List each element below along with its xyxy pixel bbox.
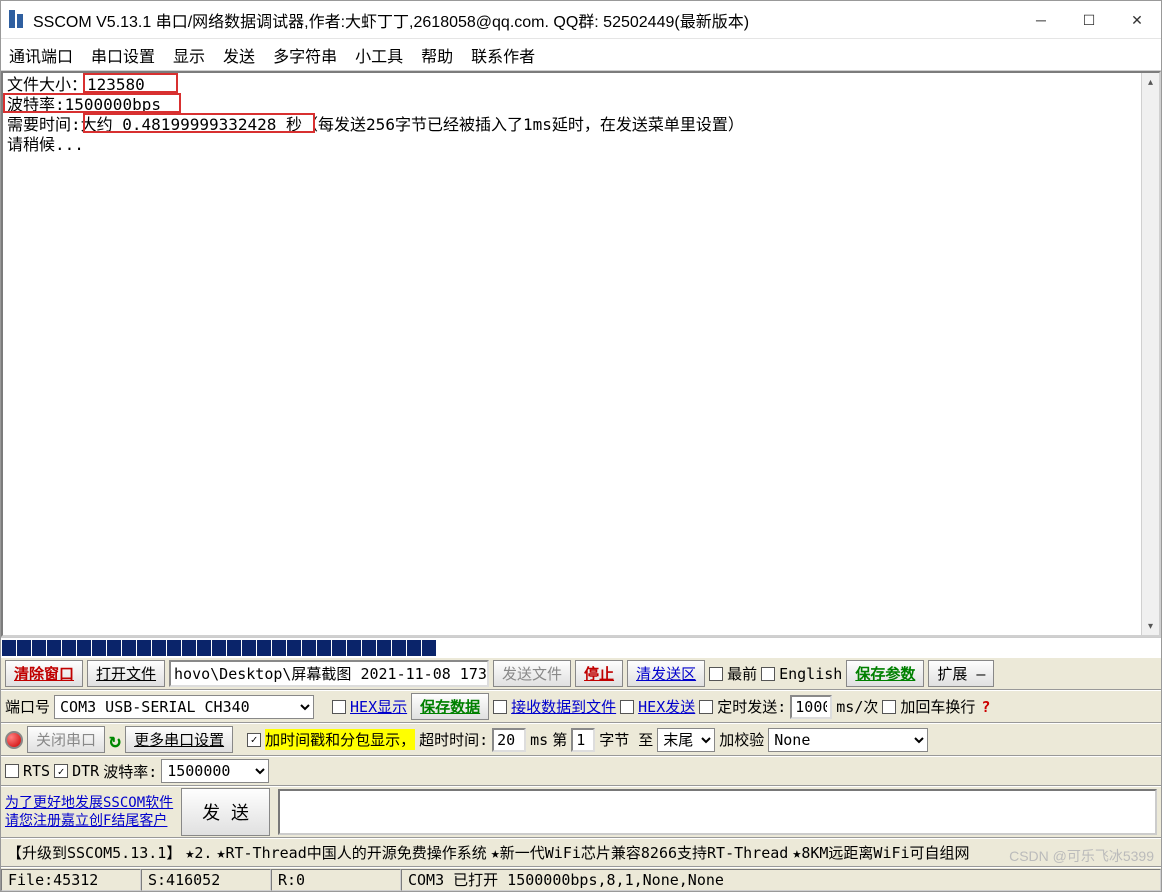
interval-unit: ms/次	[836, 696, 878, 717]
app-icon	[7, 8, 27, 32]
send-input[interactable]	[278, 789, 1157, 835]
menu-comm-port[interactable]: 通讯端口	[9, 43, 73, 67]
toolbar-row-3: 关闭串口 ↻ 更多串口设置 加时间戳和分包显示， 超时时间: ms 第 字节 至…	[1, 723, 1161, 756]
menu-port-settings[interactable]: 串口设置	[91, 43, 155, 67]
link-8km[interactable]: ★8KM远距离WiFi可自组网	[792, 842, 969, 863]
timestamp-checkbox[interactable]	[247, 733, 261, 747]
timeout-unit: ms	[530, 731, 548, 749]
toolbar-row-1: 清除窗口 打开文件 hovo\Desktop\屏幕截图 2021-11-08 1…	[1, 657, 1161, 690]
byte-index-label: 第	[552, 729, 567, 750]
hex-send-checkbox[interactable]	[620, 700, 634, 714]
status-bar: File:45312 S:416052 R:0 COM3 已打开 1500000…	[1, 867, 1161, 891]
hex-send-label[interactable]: HEX发送	[638, 696, 695, 717]
output-text[interactable]: 文件大小：123580 波特率:1500000bps 需要时间:大约 0.481…	[3, 73, 1141, 635]
open-file-button[interactable]: 打开文件	[87, 660, 165, 687]
timed-send-checkbox[interactable]	[699, 700, 713, 714]
baud-select[interactable]: 1500000	[161, 759, 269, 783]
menu-multistring[interactable]: 多字符串	[273, 43, 337, 67]
byte-to-label: 字节 至	[599, 729, 653, 750]
timed-send-label: 定时发送:	[717, 696, 786, 717]
dtr-checkbox[interactable]	[54, 764, 68, 778]
baud-label: 波特率:	[103, 761, 157, 782]
ad-text: 为了更好地发展SSCOM软件 请您注册嘉立创F结尾客户	[5, 794, 173, 830]
interval-input[interactable]	[790, 695, 832, 719]
english-label: English	[779, 665, 842, 683]
window-title: SSCOM V5.13.1 串口/网络数据调试器,作者:大虾丁丁,2618058…	[33, 8, 749, 32]
rts-checkbox[interactable]	[5, 764, 19, 778]
send-file-button[interactable]: 发送文件	[493, 660, 571, 687]
crlf-label: 加回车换行	[900, 696, 975, 717]
hex-show-checkbox[interactable]	[332, 700, 346, 714]
menu-display[interactable]: 显示	[173, 43, 205, 67]
link-upgrade[interactable]: 【升级到SSCOM5.13.1】	[7, 842, 181, 863]
timeout-input[interactable]	[492, 728, 526, 752]
toolbar-row-5: 为了更好地发展SSCOM软件 请您注册嘉立创F结尾客户 发 送	[1, 786, 1161, 838]
close-port-button[interactable]: 关闭串口	[27, 726, 105, 753]
status-sent: S:416052	[141, 869, 271, 891]
menu-tools[interactable]: 小工具	[355, 43, 403, 67]
close-button[interactable]: ✕	[1113, 1, 1161, 39]
minimize-button[interactable]: ─	[1017, 1, 1065, 39]
byte-index-input[interactable]	[571, 728, 595, 752]
refresh-icon[interactable]: ↻	[109, 728, 121, 752]
rx-to-file-label[interactable]: 接收数据到文件	[511, 696, 616, 717]
clear-window-button[interactable]: 清除窗口	[5, 660, 83, 687]
maximize-button[interactable]: ☐	[1065, 1, 1113, 39]
toolbar-row-4: RTS DTR 波特率: 1500000	[1, 756, 1161, 786]
save-data-button[interactable]: 保存数据	[411, 693, 489, 720]
bottom-links: 【升级到SSCOM5.13.1】 ★2. ★RT-Thread中国人的开源免费操…	[1, 838, 1161, 867]
send-button[interactable]: 发 送	[181, 788, 270, 836]
topmost-checkbox[interactable]	[709, 667, 723, 681]
timeout-label: 超时时间:	[419, 729, 488, 750]
menu-contact[interactable]: 联系作者	[471, 43, 535, 67]
topmost-label: 最前	[727, 663, 757, 684]
status-port: COM3 已打开 1500000bps,8,1,None,None	[401, 869, 1161, 891]
crc-select[interactable]: None	[768, 728, 928, 752]
crc-label: 加校验	[719, 729, 764, 750]
clear-send-button[interactable]: 清发送区	[627, 660, 705, 687]
rts-label: RTS	[23, 762, 50, 780]
ad-line-2[interactable]: 请您注册嘉立创F结尾客户	[5, 812, 173, 830]
status-file: File:45312	[1, 869, 141, 891]
ad-line-1[interactable]: 为了更好地发展SSCOM软件	[5, 794, 173, 812]
menu-send[interactable]: 发送	[223, 43, 255, 67]
port-select[interactable]: COM3 USB-SERIAL CH340	[54, 695, 314, 719]
crlf-checkbox[interactable]	[882, 700, 896, 714]
scroll-up-icon[interactable]: ▴	[1142, 73, 1159, 91]
save-params-button[interactable]: 保存参数	[846, 660, 924, 687]
timestamp-label: 加时间戳和分包显示，	[265, 729, 415, 750]
scroll-down-icon[interactable]: ▾	[1142, 617, 1159, 635]
title-bar: SSCOM V5.13.1 串口/网络数据调试器,作者:大虾丁丁,2618058…	[1, 1, 1161, 39]
help-icon[interactable]: ?	[981, 698, 990, 716]
toolbar-row-2: 端口号 COM3 USB-SERIAL CH340 HEX显示 保存数据 接收数…	[1, 690, 1161, 723]
hex-show-label[interactable]: HEX显示	[350, 696, 407, 717]
dtr-label: DTR	[72, 762, 99, 780]
vertical-scrollbar[interactable]: ▴ ▾	[1141, 73, 1159, 635]
link-wifi8266[interactable]: ★新一代WiFi芯片兼容8266支持RT-Thread	[491, 842, 789, 863]
menu-bar: 通讯端口 串口设置 显示 发送 多字符串 小工具 帮助 联系作者	[1, 39, 1161, 71]
stop-button[interactable]: 停止	[575, 660, 623, 687]
expand-button[interactable]: 扩展 —	[928, 660, 994, 687]
link-star2: ★2.	[185, 844, 212, 862]
link-rtthread[interactable]: ★RT-Thread中国人的开源免费操作系统	[216, 842, 486, 863]
more-settings-button[interactable]: 更多串口设置	[125, 726, 233, 753]
status-led-icon	[5, 731, 23, 749]
output-area: 文件大小：123580 波特率:1500000bps 需要时间:大约 0.481…	[1, 71, 1161, 637]
app-window: SSCOM V5.13.1 串口/网络数据调试器,作者:大虾丁丁,2618058…	[0, 0, 1162, 892]
port-label: 端口号	[5, 696, 50, 717]
tail-select[interactable]: 末尾	[657, 728, 715, 752]
menu-help[interactable]: 帮助	[421, 43, 453, 67]
rx-to-file-checkbox[interactable]	[493, 700, 507, 714]
file-path-field[interactable]: hovo\Desktop\屏幕截图 2021-11-08 173151.png	[169, 660, 489, 687]
status-recv: R:0	[271, 869, 401, 891]
progress-bar	[1, 637, 1161, 657]
english-checkbox[interactable]	[761, 667, 775, 681]
